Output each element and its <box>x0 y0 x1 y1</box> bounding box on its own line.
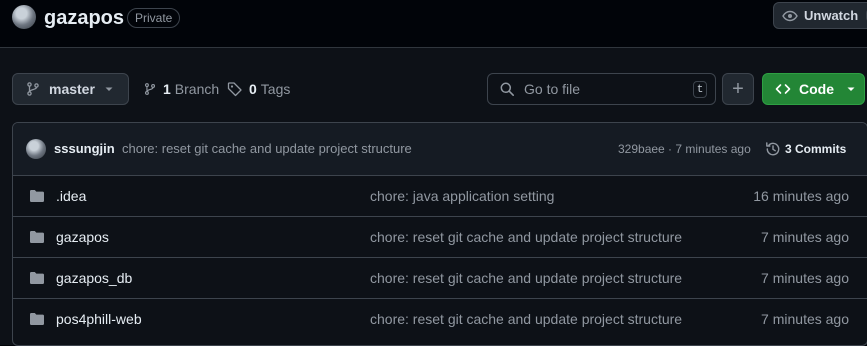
go-to-file-placeholder: Go to file <box>524 81 581 97</box>
tag-label: Tags <box>260 81 291 97</box>
git-branch-icon <box>27 82 39 96</box>
file-commit-message[interactable]: chore: reset git cache and update projec… <box>370 311 682 327</box>
code-button-label: Code <box>799 81 834 97</box>
repo-main: master 1 Branch 0 Tags Go to file t + Co… <box>0 48 867 346</box>
eye-icon <box>782 10 798 21</box>
tag-count: 0 <box>249 81 257 97</box>
go-to-file-input[interactable]: Go to file t <box>487 73 716 105</box>
caret-down-icon <box>105 87 113 91</box>
code-icon <box>775 84 791 94</box>
history-icon <box>766 142 780 156</box>
repo-owner-avatar[interactable] <box>12 5 36 29</box>
file-browser: sssungjin chore: reset git cache and upd… <box>12 122 867 346</box>
repo-header: gazapos Private Unwatch <box>0 0 867 48</box>
search-icon <box>500 82 514 96</box>
commit-hash-time[interactable]: 329baee · 7 minutes ago <box>618 142 751 156</box>
visibility-badge: Private <box>127 8 181 28</box>
file-name[interactable]: gazapos_db <box>56 270 132 286</box>
tags-link[interactable]: 0 Tags <box>227 73 290 105</box>
keyboard-shortcut-hint: t <box>693 81 707 98</box>
commit-author[interactable]: sssungjin <box>54 141 115 156</box>
file-commit-time: 7 minutes ago <box>761 311 849 327</box>
latest-commit-bar: sssungjin chore: reset git cache and upd… <box>13 123 867 176</box>
file-commit-time: 7 minutes ago <box>761 229 849 245</box>
file-name[interactable]: gazapos <box>56 229 109 245</box>
file-row[interactable]: gazapos_db chore: reset git cache and up… <box>13 258 867 299</box>
code-button[interactable]: Code <box>762 73 865 105</box>
file-commit-time: 16 minutes ago <box>753 188 849 204</box>
unwatch-button[interactable]: Unwatch <box>773 2 867 29</box>
file-row[interactable]: .idea chore: java application setting 16… <box>13 176 867 217</box>
file-commit-message[interactable]: chore: java application setting <box>370 188 554 204</box>
branch-name: master <box>49 81 95 97</box>
repo-name[interactable]: gazapos <box>44 5 124 31</box>
branch-count: 1 <box>163 81 171 97</box>
branch-label: Branch <box>174 81 220 97</box>
file-row[interactable]: gazapos chore: reset git cache and updat… <box>13 217 867 258</box>
add-file-button[interactable]: + <box>722 73 754 105</box>
caret-down-icon <box>847 87 855 91</box>
file-commit-message[interactable]: chore: reset git cache and update projec… <box>370 229 682 245</box>
file-name[interactable]: .idea <box>56 188 86 204</box>
tag-icon <box>227 82 242 97</box>
folder-icon <box>30 190 44 202</box>
folder-icon <box>30 272 44 284</box>
commits-count-label: 3 Commits <box>785 142 847 156</box>
file-commit-message[interactable]: chore: reset git cache and update projec… <box>370 270 682 286</box>
branches-link[interactable]: 1 Branch <box>143 73 219 105</box>
git-branch-icon <box>144 83 156 95</box>
folder-icon <box>30 231 44 243</box>
unwatch-label: Unwatch <box>804 8 859 23</box>
commits-history-link[interactable]: 3 Commits <box>765 141 846 157</box>
file-row[interactable]: pos4phill-web chore: reset git cache and… <box>13 299 867 339</box>
file-name[interactable]: pos4phill-web <box>56 311 142 327</box>
commit-message[interactable]: chore: reset git cache and update projec… <box>122 141 412 156</box>
commit-author-avatar[interactable] <box>26 139 46 159</box>
branch-selector-button[interactable]: master <box>12 73 129 105</box>
file-commit-time: 7 minutes ago <box>761 270 849 286</box>
folder-icon <box>30 313 44 325</box>
